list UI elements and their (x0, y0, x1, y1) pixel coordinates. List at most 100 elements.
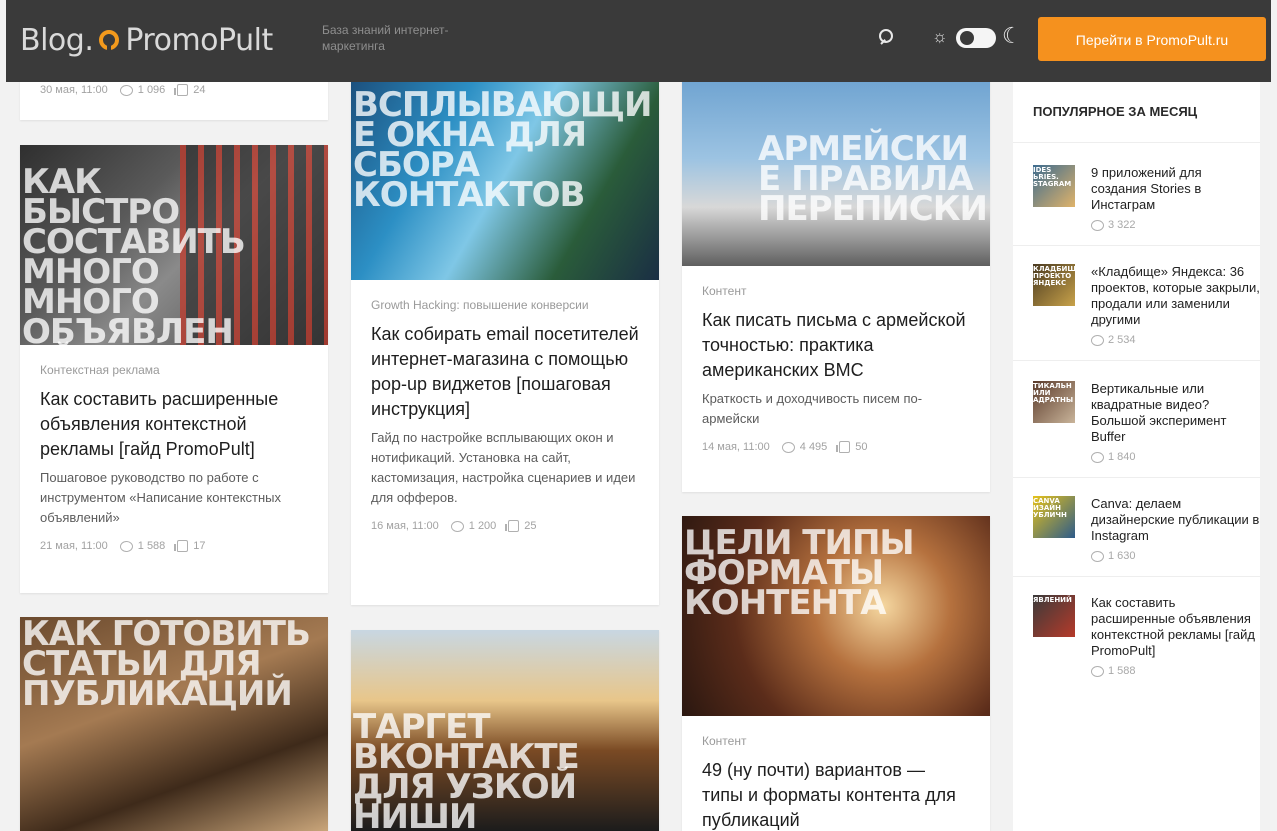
popular-item[interactable]: canva изайн убличн Canva: делаем дизайне… (1013, 478, 1260, 577)
card-date: 21 мая, 11:00 (40, 540, 108, 552)
popular-text: «Кладбище» Яндекса: 36 проектов, которые… (1091, 246, 1260, 360)
card-meta: 16 мая, 11:00 1 200 25 (371, 520, 639, 532)
thumbnail-label: кладбищ проекто яндекс (1033, 265, 1075, 287)
sidebar-heading: ПОПУЛЯРНОЕ ЗА МЕСЯЦ (1013, 82, 1260, 143)
card-image-title: Таргет вконтакте для узкой ниши (353, 707, 580, 831)
popular-title[interactable]: Вертикальные или квадратные видео? Больш… (1091, 381, 1260, 445)
moon-icon[interactable]: ☾ (1002, 24, 1022, 48)
card-date: 14 мая, 11:00 (702, 441, 770, 453)
popular-title[interactable]: 9 приложений для создания Stories в Инст… (1091, 165, 1260, 213)
popular-thumbnail[interactable]: canva изайн убличн (1033, 496, 1075, 538)
popular-title[interactable]: Canva: делаем дизайнерские публикации в … (1091, 496, 1260, 544)
popular-thumbnail[interactable]: ides ьries. stagram (1033, 165, 1075, 207)
popular-meta: 2 534 (1091, 334, 1260, 346)
card-image-title: Цели типы форматы контента (684, 523, 915, 623)
popular-thumbnail[interactable]: явлений (1033, 595, 1075, 637)
site-header: Blog. PromoPult База знаний интернет-мар… (6, 0, 1271, 82)
card-article[interactable]: Армейские правила переписки Контент Как … (682, 70, 990, 492)
comment-icon (781, 441, 795, 453)
popular-comments: 3 322 (1108, 219, 1136, 231)
card-category[interactable]: Контент (702, 734, 970, 748)
popular-title[interactable]: Как составить расширенные объявления кон… (1091, 595, 1260, 659)
logo-mark-icon (99, 30, 120, 53)
search-icon[interactable] (879, 29, 893, 43)
popular-text: 9 приложений для создания Stories в Инст… (1091, 143, 1260, 245)
go-to-promopult-button[interactable]: Перейти в PromoPult.ru (1038, 17, 1266, 61)
card-image[interactable]: Как готовить статьи для публикаций (20, 617, 328, 831)
card-article[interactable]: Цели типы форматы контента Контент 49 (н… (682, 516, 990, 831)
logo-text-brand: PromoPult (125, 22, 273, 58)
card-body: Контекстная реклама Как составить расшир… (20, 345, 328, 566)
popular-comments: 1 630 (1108, 550, 1136, 562)
popular-sidebar: ПОПУЛЯРНОЕ ЗА МЕСЯЦ ides ьries. stagram … (1013, 82, 1260, 831)
page: 30 мая, 11:00 1 096 24 Как быстро состав… (0, 0, 1277, 831)
popular-item[interactable]: кладбищ проекто яндекс «Кладбище» Яндекс… (1013, 246, 1260, 361)
toggle-knob (960, 31, 974, 45)
card-image[interactable]: Как быстро составить много много объявле… (20, 145, 328, 345)
card-likes: 25 (524, 520, 537, 532)
card-title[interactable]: Как писать письма с армейской точностью:… (702, 308, 970, 383)
card-image-title: Армейские правила переписки (758, 129, 988, 229)
popular-item[interactable]: тикальн или адратны Вертикальные или ква… (1013, 361, 1260, 478)
logo-text-blog: Blog. (20, 22, 94, 58)
card-body: Growth Hacking: повышение конверсии Как … (351, 280, 659, 546)
popular-meta: 1 588 (1091, 665, 1260, 677)
card-likes: 24 (193, 84, 206, 96)
card-image[interactable]: Армейские правила переписки (682, 70, 990, 266)
card-title[interactable]: Как составить расширенные объявления кон… (40, 387, 308, 462)
comment-icon (1091, 550, 1104, 562)
comment-icon (1091, 219, 1104, 231)
card-image[interactable]: Всплывающие окна для сбора контактов (351, 70, 659, 280)
card-body: Контент Как писать письма с армейской то… (682, 266, 990, 467)
popular-thumbnail[interactable]: кладбищ проекто яндекс (1033, 264, 1075, 306)
card-comments: 1 096 (137, 84, 166, 96)
card-date: 16 мая, 11:00 (371, 520, 439, 532)
popular-comments: 2 534 (1108, 334, 1136, 346)
card-meta: 21 мая, 11:00 1 588 17 (40, 540, 308, 552)
thumbnail-label: canva изайн убличн (1033, 497, 1067, 519)
card-category[interactable]: Контекстная реклама (40, 363, 308, 377)
comment-icon (1091, 451, 1104, 463)
comment-icon (119, 84, 133, 96)
card-article[interactable]: Всплывающие окна для сбора контактов Gro… (351, 70, 659, 605)
site-tagline: База знаний интернет-маркетинга (322, 23, 449, 53)
card-title[interactable]: Как собирать email посетителей интернет-… (371, 322, 639, 422)
card-article[interactable]: Как быстро составить много много объявле… (20, 145, 328, 593)
card-comments: 4 495 (799, 441, 828, 453)
popular-title[interactable]: «Кладбище» Яндекса: 36 проектов, которые… (1091, 264, 1260, 328)
popular-item[interactable]: явлений Как составить расширенные объявл… (1013, 577, 1260, 691)
card-body: Контент 49 (ну почти) вариантов — типы и… (682, 716, 990, 831)
popular-thumbnail[interactable]: тикальн или адратны (1033, 381, 1075, 423)
sun-icon[interactable]: ☼ (932, 28, 948, 46)
card-excerpt: Гайд по настройке всплывающих окон и нот… (371, 430, 636, 505)
card-image[interactable]: Таргет вконтакте для узкой ниши (351, 630, 659, 831)
card-meta: 30 мая, 11:00 1 096 24 (40, 84, 206, 96)
card-title[interactable]: 49 (ну почти) вариантов — типы и форматы… (702, 758, 970, 831)
comment-icon (450, 520, 464, 532)
popular-meta: 3 322 (1091, 219, 1260, 231)
site-logo[interactable]: Blog. PromoPult (20, 20, 273, 60)
comment-icon (1091, 665, 1104, 677)
card-category[interactable]: Growth Hacking: повышение конверсии (371, 298, 639, 312)
card-image[interactable]: Цели типы форматы контента (682, 516, 990, 716)
comment-icon (1091, 334, 1104, 346)
card-comments: 1 200 (468, 520, 497, 532)
card-excerpt: Краткость и доходчивость писем по-армейс… (702, 391, 923, 426)
popular-item[interactable]: ides ьries. stagram 9 приложений для соз… (1013, 143, 1260, 246)
card-image-title: Как готовить статьи для публикаций (22, 617, 311, 714)
card-date: 30 мая, 11:00 (40, 84, 108, 96)
popular-comments: 1 588 (1108, 665, 1136, 677)
card-meta: 14 мая, 11:00 4 495 50 (702, 441, 970, 453)
like-icon (174, 540, 189, 552)
popular-meta: 1 840 (1091, 451, 1260, 463)
card-likes: 50 (855, 441, 868, 453)
card-category[interactable]: Контент (702, 284, 970, 298)
card-article[interactable]: Таргет вконтакте для узкой ниши (351, 630, 659, 831)
popular-text: Canva: делаем дизайнерские публикации в … (1091, 478, 1260, 576)
card-excerpt: Пошаговое руководство по работе с инстру… (40, 470, 282, 525)
theme-toggle[interactable] (956, 28, 996, 48)
card-article[interactable]: Как готовить статьи для публикаций (20, 617, 328, 831)
popular-comments: 1 840 (1108, 451, 1136, 463)
popular-text: Вертикальные или квадратные видео? Больш… (1091, 361, 1260, 477)
like-icon (505, 520, 520, 532)
